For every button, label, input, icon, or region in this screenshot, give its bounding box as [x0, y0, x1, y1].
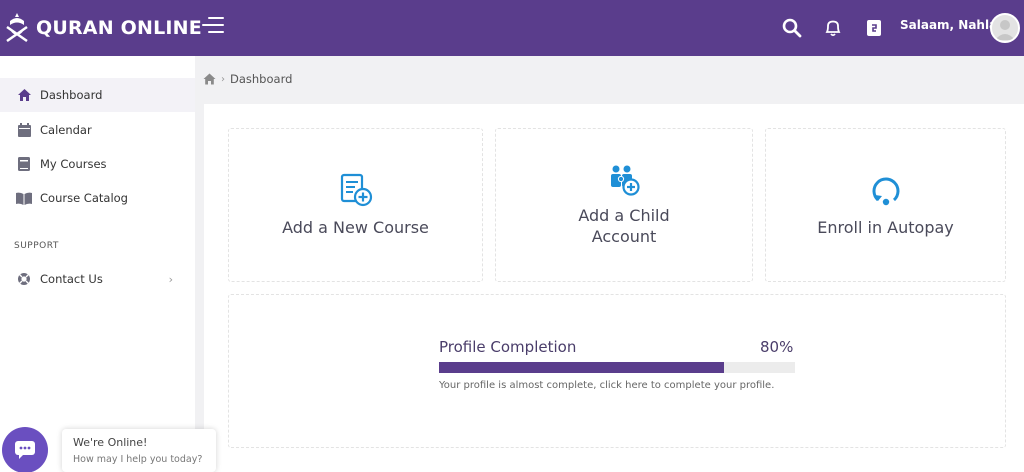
chevron-right-icon: ›: [168, 272, 173, 286]
add-child-icon: [611, 165, 640, 196]
card-title: Add a Child Account: [578, 206, 670, 246]
chat-icon: [15, 441, 35, 459]
profile-progress-bar: [439, 362, 795, 373]
sidebar-item-label: Dashboard: [40, 88, 103, 102]
card-title: Enroll in Autopay: [817, 217, 954, 237]
breadcrumb: › Dashboard: [195, 56, 1024, 102]
profile-progress-fill: [439, 362, 724, 373]
menu-icon[interactable]: [202, 17, 224, 37]
home-icon: [16, 87, 32, 103]
profile-completion-link[interactable]: Your profile is almost complete, click h…: [439, 380, 774, 391]
lifebuoy-icon: [16, 271, 32, 287]
document-icon[interactable]: [863, 17, 885, 39]
sidebar-item-contact-us[interactable]: Contact Us ›: [0, 262, 195, 296]
card-title: Add a New Course: [282, 217, 429, 237]
chat-title: We're Online!: [73, 436, 148, 449]
brand-name: QURAN ONLINE: [36, 17, 202, 39]
user-greeting[interactable]: Salaam, Nahla: [900, 18, 997, 32]
autopay-icon: [872, 177, 899, 205]
profile-completion-percent: 80%: [760, 338, 794, 356]
book-icon: [16, 156, 32, 172]
open-book-icon: [16, 190, 32, 206]
add-course-icon: [340, 173, 372, 206]
bell-icon[interactable]: [822, 17, 844, 39]
breadcrumb-separator: ›: [221, 73, 225, 85]
sidebar-item-calendar[interactable]: Calendar: [0, 113, 195, 147]
sidebar-item-my-courses[interactable]: My Courses: [0, 147, 195, 181]
sidebar-item-course-catalog[interactable]: Course Catalog: [0, 181, 195, 215]
sidebar-item-label: Course Catalog: [40, 191, 128, 205]
enroll-autopay-card[interactable]: Enroll in Autopay: [765, 128, 1006, 282]
top-navigation-bar: QURAN ONLINE Salaam, Nahla: [0, 0, 1024, 56]
home-icon[interactable]: [203, 73, 216, 85]
user-silhouette-icon: [995, 20, 1015, 40]
search-icon[interactable]: [781, 17, 803, 39]
logo-emblem-icon: [6, 13, 28, 43]
sidebar: Dashboard Calendar My Courses Course Cat…: [0, 56, 195, 472]
calendar-icon: [16, 122, 32, 138]
avatar[interactable]: [990, 13, 1020, 43]
sidebar-item-label: Calendar: [40, 123, 92, 137]
chat-launcher-button[interactable]: [2, 427, 48, 472]
sidebar-item-label: My Courses: [40, 157, 107, 171]
add-child-account-card[interactable]: Add a Child Account: [495, 128, 753, 282]
add-new-course-card[interactable]: Add a New Course: [228, 128, 483, 282]
sidebar-section-support: SUPPORT: [14, 241, 59, 251]
sidebar-item-label: Contact Us: [40, 272, 103, 286]
chat-subtitle: How may I help you today?: [73, 454, 203, 465]
brand-logo[interactable]: QURAN ONLINE: [4, 11, 202, 45]
sidebar-item-dashboard[interactable]: Dashboard: [0, 78, 195, 112]
breadcrumb-current: Dashboard: [230, 72, 293, 86]
profile-completion-title: Profile Completion: [439, 338, 577, 356]
chat-greeting-bubble[interactable]: We're Online! How may I help you today?: [62, 429, 216, 472]
